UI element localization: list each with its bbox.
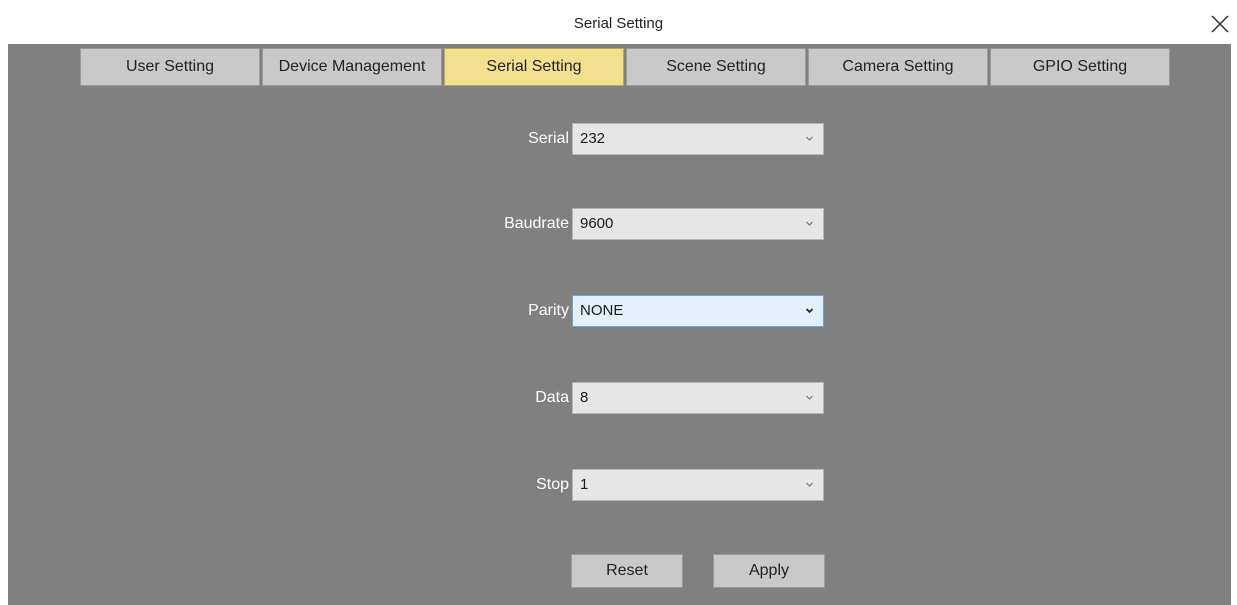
serial-label: Serial — [528, 130, 569, 147]
baudrate-select[interactable]: 9600 — [572, 208, 824, 240]
baudrate-label: Baudrate — [504, 215, 569, 232]
chevron-down-icon — [805, 308, 814, 314]
data-value: 8 — [580, 389, 589, 406]
baudrate-value: 9600 — [580, 215, 614, 232]
data-row: Data 8 — [8, 382, 1231, 416]
parity-row: Parity NONE — [8, 295, 1231, 329]
close-icon — [1211, 15, 1229, 33]
stop-label: Stop — [536, 476, 569, 493]
serial-value: 232 — [580, 130, 606, 147]
baudrate-row: Baudrate 9600 — [8, 208, 1231, 242]
tab-camera-setting[interactable]: Camera Setting — [808, 48, 988, 86]
settings-panel: User Setting Device Management Serial Se… — [8, 44, 1231, 605]
serial-select[interactable]: 232 — [572, 123, 824, 155]
tab-serial-setting[interactable]: Serial Setting — [444, 48, 624, 86]
title-bar: Serial Setting — [0, 0, 1237, 44]
stop-value: 1 — [580, 476, 589, 493]
chevron-down-icon — [806, 395, 813, 400]
serial-setting-window: Serial Setting User Setting Device Manag… — [0, 0, 1237, 605]
reset-button[interactable]: Reset — [571, 554, 683, 588]
close-button[interactable] — [1209, 13, 1231, 35]
parity-label: Parity — [528, 302, 569, 319]
chevron-down-icon — [806, 221, 813, 226]
tab-gpio-setting[interactable]: GPIO Setting — [990, 48, 1170, 86]
window-title: Serial Setting — [573, 15, 664, 32]
chevron-down-icon — [806, 482, 813, 487]
serial-row: Serial 232 — [8, 123, 1231, 157]
apply-button[interactable]: Apply — [713, 554, 825, 588]
tab-bar: User Setting Device Management Serial Se… — [80, 48, 1172, 88]
data-label: Data — [535, 389, 569, 406]
parity-select[interactable]: NONE — [572, 295, 824, 327]
parity-value: NONE — [580, 302, 624, 319]
tab-scene-setting[interactable]: Scene Setting — [626, 48, 806, 86]
chevron-down-icon — [806, 136, 813, 141]
data-select[interactable]: 8 — [572, 382, 824, 414]
stop-row: Stop 1 — [8, 469, 1231, 503]
stop-select[interactable]: 1 — [572, 469, 824, 501]
tab-device-management[interactable]: Device Management — [262, 48, 442, 86]
tab-user-setting[interactable]: User Setting — [80, 48, 260, 86]
